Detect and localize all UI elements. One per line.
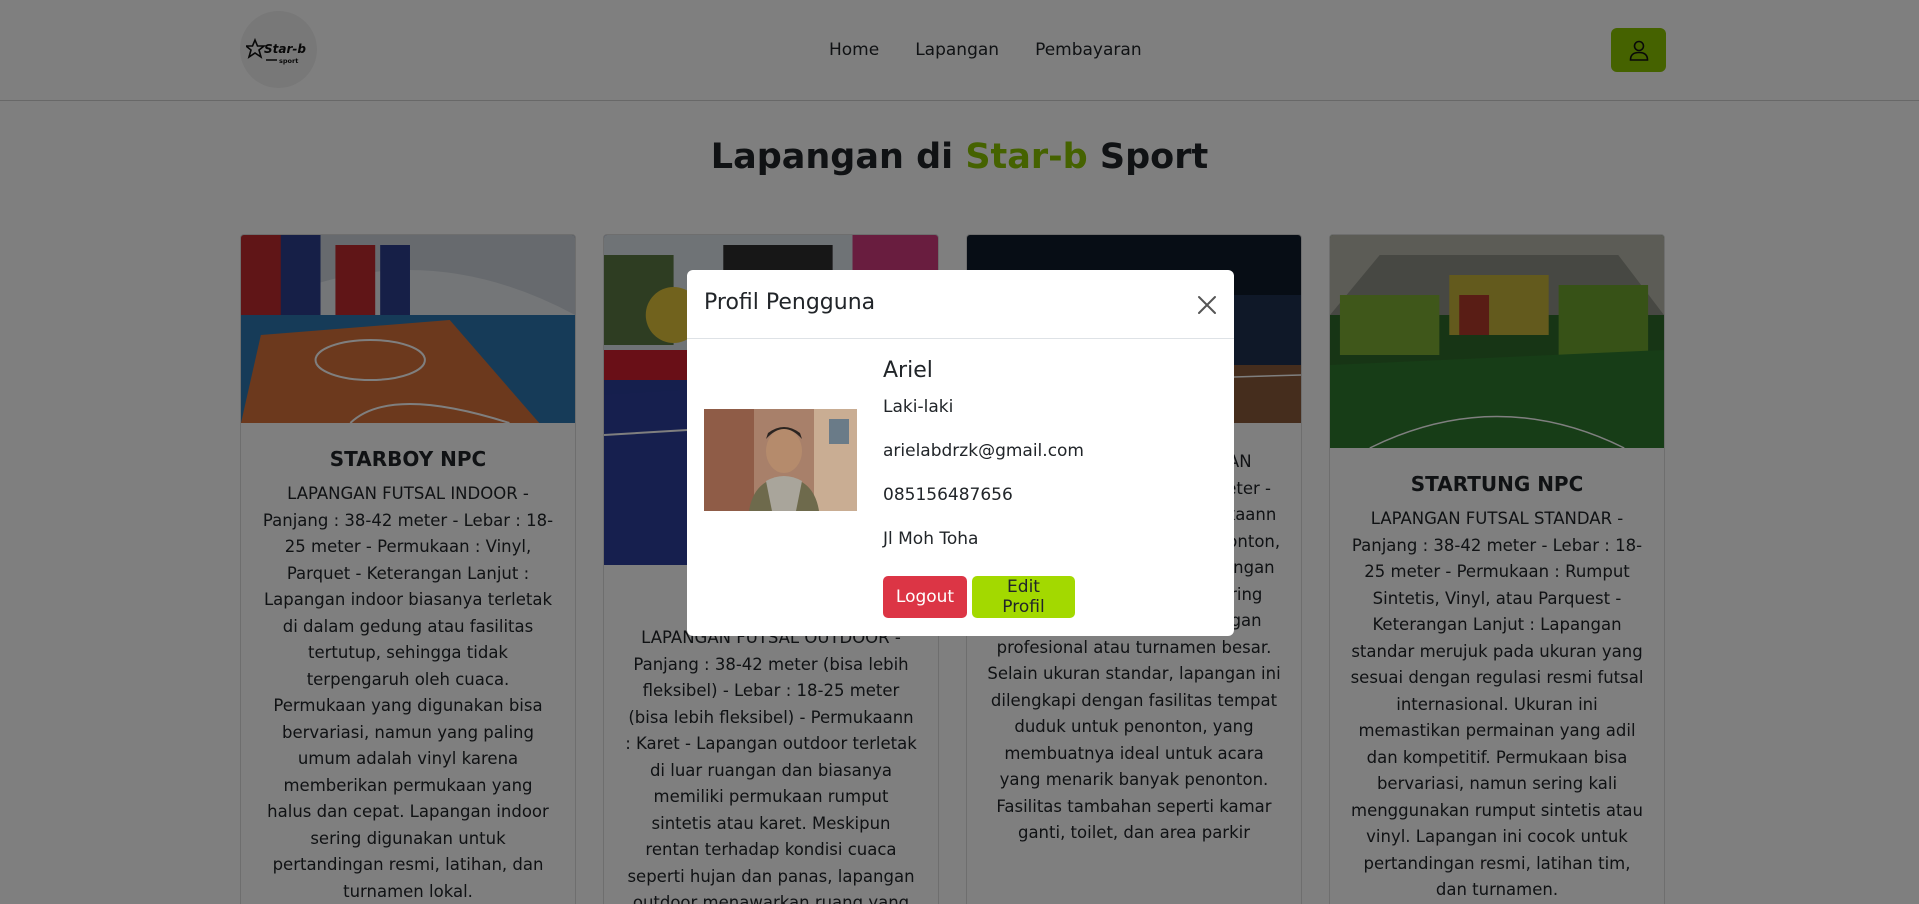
- profile-address: Jl Moh Toha: [883, 529, 979, 549]
- profile-modal: Profil Pengguna Ariel Laki-laki arielabd…: [687, 270, 1234, 636]
- profile-name: Ariel: [883, 358, 933, 383]
- profile-phone: 085156487656: [883, 485, 1013, 505]
- modal-header: Profil Pengguna: [687, 270, 1234, 339]
- modal-title: Profil Pengguna: [704, 290, 876, 315]
- profile-details: Ariel Laki-laki arielabdrzk@gmail.com 08…: [883, 358, 1084, 573]
- close-icon[interactable]: [1195, 293, 1219, 317]
- logout-button[interactable]: Logout: [883, 576, 967, 618]
- profile-photo: [704, 409, 857, 511]
- modal-actions: Logout Edit Profil: [883, 576, 1075, 618]
- edit-profile-button[interactable]: Edit Profil: [972, 576, 1075, 618]
- profile-gender: Laki-laki: [883, 397, 954, 417]
- profile-email: arielabdrzk@gmail.com: [883, 441, 1084, 461]
